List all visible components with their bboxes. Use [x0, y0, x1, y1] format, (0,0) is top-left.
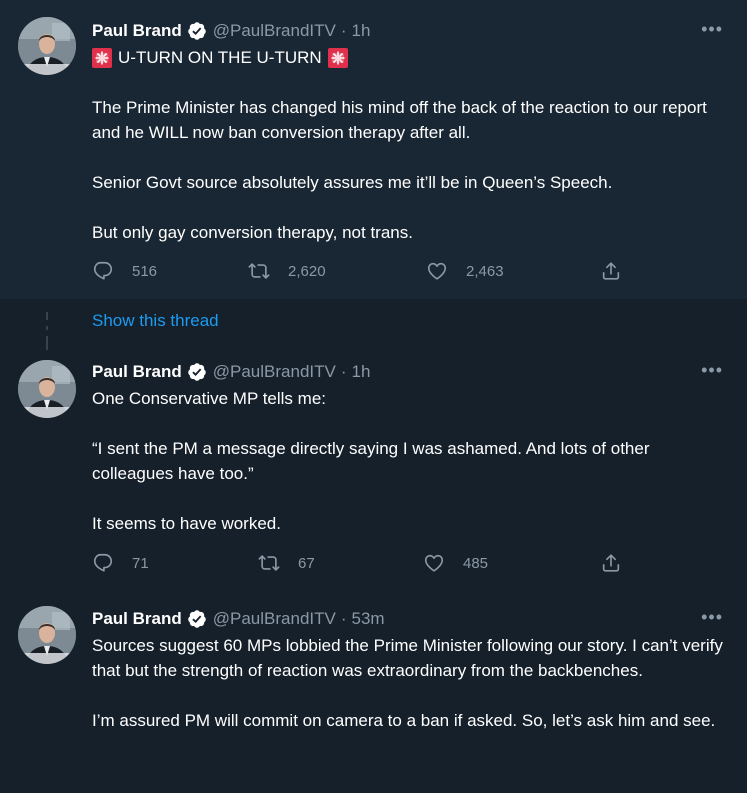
separator-dot: · — [340, 609, 347, 628]
reply-button[interactable]: 516 — [92, 260, 157, 282]
reply-icon — [92, 260, 114, 282]
retweet-count: 67 — [298, 554, 315, 572]
tweet[interactable]: Paul Brand @PaulBrandITV · 53m ••• Sourc… — [0, 593, 747, 793]
like-icon — [423, 552, 445, 574]
tweet-paragraph: U-TURN ON THE U-TURN — [118, 48, 322, 67]
tweet-title-line: U-TURN ON THE U-TURN — [92, 45, 732, 70]
like-icon — [426, 260, 448, 282]
like-button[interactable]: 485 — [423, 552, 488, 574]
thread-line — [46, 312, 48, 320]
retweet-icon — [248, 260, 270, 282]
tweet-header: Paul Brand @PaulBrandITV · 53m — [92, 607, 385, 631]
tweet-text: Sources suggest 60 MPs lobbied the Prime… — [92, 633, 732, 733]
thread-line — [46, 326, 48, 330]
retweet-count: 2,620 — [288, 262, 326, 280]
reply-count: 71 — [132, 554, 149, 572]
avatar[interactable] — [18, 360, 76, 418]
verified-icon — [187, 21, 207, 41]
tweet-header: Paul Brand @PaulBrandITV · 1h — [92, 19, 370, 43]
retweet-button[interactable]: 2,620 — [248, 260, 326, 282]
tweet-actions: 516 2,620 2,463 — [92, 260, 632, 286]
reply-icon — [92, 552, 114, 574]
tweet-paragraph: The Prime Minister has changed his mind … — [92, 98, 707, 142]
like-count: 2,463 — [466, 262, 504, 280]
author-name[interactable]: Paul Brand — [92, 362, 182, 382]
like-count: 485 — [463, 554, 489, 572]
tweet-text: U-TURN ON THE U-TURN The Prime Minister … — [92, 45, 732, 245]
share-icon — [600, 260, 622, 282]
tweet-paragraph: But only gay conversion therapy, not tra… — [92, 223, 413, 242]
separator-dot: · — [340, 362, 347, 381]
tweet-paragraph: One Conservative MP tells me: — [92, 389, 326, 408]
reply-count: 516 — [132, 262, 158, 280]
author-handle[interactable]: @PaulBrandITV — [213, 21, 336, 41]
tweet-paragraph: Sources suggest 60 MPs lobbied the Prime… — [92, 636, 723, 680]
author-name[interactable]: Paul Brand — [92, 609, 182, 629]
more-options-icon[interactable]: ••• — [701, 360, 723, 381]
retweet-button[interactable]: 67 — [258, 552, 315, 574]
avatar[interactable] — [18, 17, 76, 75]
share-button[interactable] — [600, 552, 622, 579]
avatar[interactable] — [18, 606, 76, 664]
tweet-paragraph: Senior Govt source absolutely assures me… — [92, 173, 613, 192]
share-icon — [600, 552, 622, 574]
like-button[interactable]: 2,463 — [426, 260, 504, 282]
author-handle[interactable]: @PaulBrandITV — [213, 362, 336, 382]
reply-button[interactable]: 71 — [92, 552, 149, 574]
tweet[interactable]: Paul Brand @PaulBrandITV · 1h ••• One Co… — [0, 348, 747, 593]
tweet-time[interactable]: 1h — [352, 362, 371, 382]
tweet-actions: 71 67 485 — [92, 552, 632, 578]
tweet-paragraph: “I sent the PM a message directly saying… — [92, 439, 650, 483]
tweet-time[interactable]: 53m — [352, 609, 385, 629]
tweet[interactable]: Paul Brand @PaulBrandITV · 1h ••• U-TURN… — [0, 0, 747, 299]
tweet-paragraph: It seems to have worked. — [92, 514, 281, 533]
verified-icon — [187, 609, 207, 629]
retweet-icon — [258, 552, 280, 574]
tweet-header: Paul Brand @PaulBrandITV · 1h — [92, 360, 370, 384]
author-name[interactable]: Paul Brand — [92, 21, 182, 41]
separator-dot: · — [340, 21, 347, 40]
share-button[interactable] — [600, 260, 622, 287]
verified-icon — [187, 362, 207, 382]
rotating-light-icon — [92, 48, 112, 68]
author-handle[interactable]: @PaulBrandITV — [213, 609, 336, 629]
more-options-icon[interactable]: ••• — [701, 607, 723, 628]
rotating-light-icon — [328, 48, 348, 68]
tweet-time[interactable]: 1h — [352, 21, 371, 41]
more-options-icon[interactable]: ••• — [701, 19, 723, 40]
tweet-paragraph: I’m assured PM will commit on camera to … — [92, 711, 716, 730]
show-thread-link[interactable]: Show this thread — [92, 311, 219, 331]
tweet-text: One Conservative MP tells me: “I sent th… — [92, 386, 732, 536]
